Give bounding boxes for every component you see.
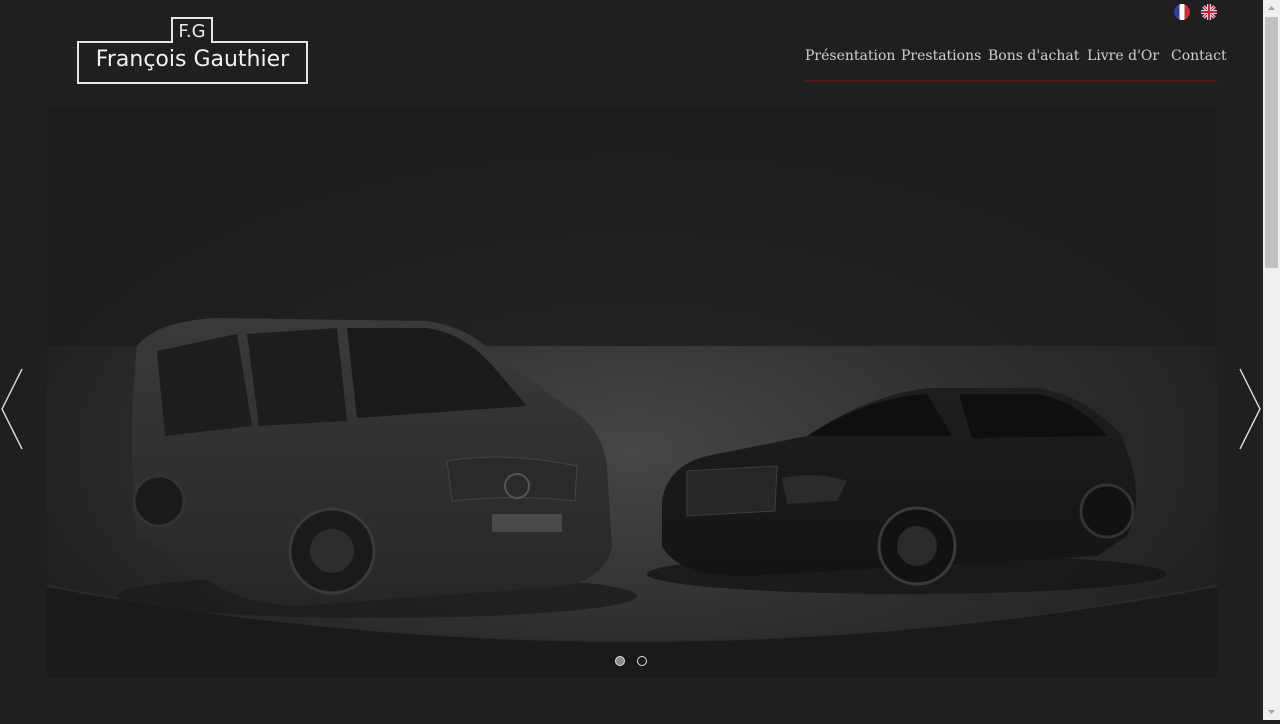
nav-item-prestations[interactable]: Prestations: [901, 46, 981, 66]
nav-item-presentation[interactable]: Présentation: [805, 46, 895, 66]
slide-image: [47, 106, 1217, 678]
scroll-up-icon[interactable]: [1263, 0, 1280, 17]
chevron-right-icon[interactable]: [1238, 368, 1262, 450]
nav-item-livre-or[interactable]: Livre d'Or: [1087, 46, 1159, 66]
scrollbar-thumb[interactable]: [1265, 17, 1278, 268]
nav-item-bons-achat[interactable]: Bons d'achat: [988, 46, 1079, 66]
logo-monogram: F.G: [171, 17, 213, 43]
chevron-left-icon[interactable]: [0, 368, 24, 450]
slider-dot-1[interactable]: [615, 656, 625, 666]
logo[interactable]: F.G François Gauthier: [77, 17, 308, 84]
page: F.G François Gauthier Présentation Prest…: [0, 0, 1263, 720]
slider-dot-2[interactable]: [637, 656, 647, 666]
hero-slider: [47, 106, 1217, 678]
flag-uk-icon[interactable]: [1201, 4, 1217, 20]
page-scrollbar[interactable]: [1263, 0, 1280, 720]
logo-name: François Gauthier: [95, 47, 290, 72]
main-nav: Présentation Prestations Bons d'achat Li…: [805, 46, 1227, 82]
flag-fr-icon[interactable]: [1174, 4, 1190, 20]
nav-item-contact[interactable]: Contact: [1171, 46, 1227, 66]
slider-pagination: [615, 656, 655, 668]
scroll-down-icon[interactable]: [1263, 703, 1280, 720]
